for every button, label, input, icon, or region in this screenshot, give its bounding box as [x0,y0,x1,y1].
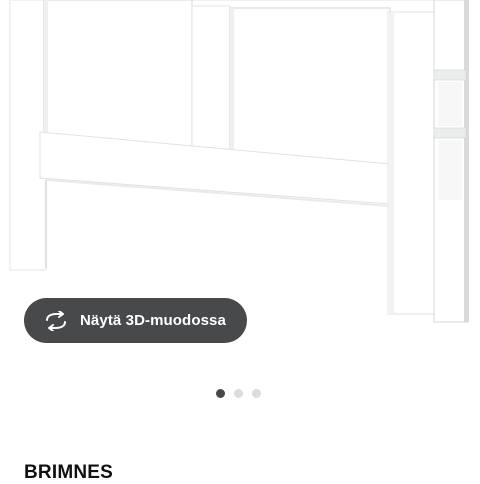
carousel-dot-2[interactable] [234,389,243,398]
carousel-dot-1[interactable] [216,389,225,398]
view-3d-button[interactable]: Näytä 3D-muodossa [24,298,247,343]
image-carousel-dots [216,389,261,399]
view-3d-label: Näytä 3D-muodossa [80,312,226,329]
carousel-dot-3[interactable] [252,389,261,398]
product-name: BRIMNES [24,462,114,483]
rotate-3d-icon [46,310,66,331]
